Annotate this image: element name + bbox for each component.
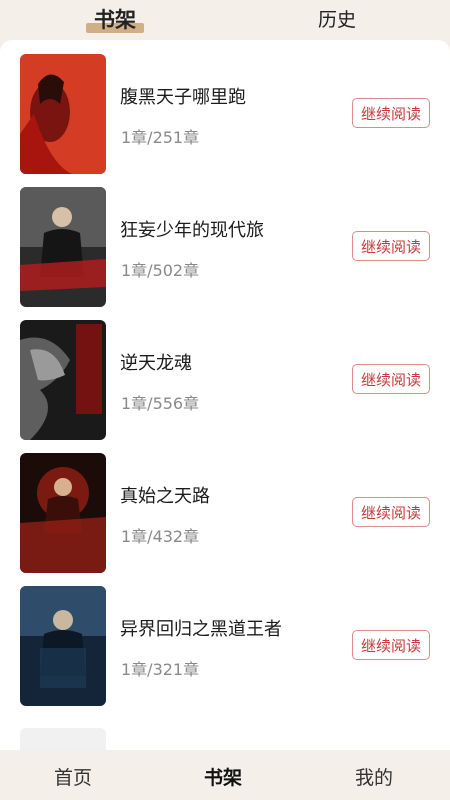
book-cover[interactable] [20, 320, 106, 440]
continue-reading-button[interactable]: 继续阅读 [352, 630, 430, 660]
bottom-nav: 首页 书架 我的 [0, 750, 450, 800]
book-cover[interactable] [20, 453, 106, 573]
reading-progress: 1章/432章 [121, 527, 200, 546]
book-cover-placeholder [20, 728, 106, 750]
nav-bookshelf[interactable]: 书架 [194, 763, 253, 792]
book-cover[interactable] [20, 54, 106, 174]
nav-mine[interactable]: 我的 [355, 763, 393, 790]
book-title[interactable]: 异界回归之黑道王者 [120, 615, 282, 641]
continue-reading-button[interactable]: 继续阅读 [352, 98, 430, 128]
reading-progress: 1章/321章 [121, 660, 200, 679]
top-tab-bar: 书架 历史 [0, 0, 450, 40]
reading-progress: 1章/556章 [121, 394, 200, 413]
continue-reading-button[interactable]: 继续阅读 [352, 364, 430, 394]
bookshelf-list: 腹黑天子哪里跑 1章/251章 继续阅读 狂妄少年的现代旅 1章/502章 继续… [0, 40, 450, 750]
continue-reading-button[interactable]: 继续阅读 [352, 497, 430, 527]
tab-history-label: 历史 [318, 9, 357, 31]
continue-reading-button[interactable]: 继续阅读 [352, 231, 430, 261]
reading-progress: 1章/502章 [121, 261, 200, 280]
list-item[interactable]: 腹黑天子哪里跑 1章/251章 继续阅读 [0, 40, 450, 174]
reading-progress: 1章/251章 [121, 128, 200, 147]
book-title[interactable]: 腹黑天子哪里跑 [120, 83, 246, 109]
nav-mine-label: 我的 [355, 767, 394, 789]
list-item[interactable]: 狂妄少年的现代旅 1章/502章 继续阅读 [0, 173, 450, 307]
book-cover[interactable] [20, 187, 106, 307]
book-title[interactable]: 狂妄少年的现代旅 [120, 216, 264, 242]
nav-bookshelf-label: 书架 [204, 767, 243, 789]
list-item[interactable]: 异界回归之黑道王者 1章/321章 继续阅读 [0, 572, 450, 706]
nav-home-label: 首页 [54, 767, 93, 789]
tab-bookshelf-label: 书架 [94, 8, 136, 32]
nav-home[interactable]: 首页 [54, 763, 92, 790]
tab-history[interactable]: 历史 [318, 5, 356, 32]
list-item[interactable]: 逆天龙魂 1章/556章 继续阅读 [0, 306, 450, 440]
book-cover[interactable] [20, 586, 106, 706]
book-title[interactable]: 真始之天路 [120, 482, 210, 508]
book-title[interactable]: 逆天龙魂 [120, 349, 192, 375]
tab-bookshelf[interactable]: 书架 [86, 4, 144, 34]
list-item[interactable]: 真始之天路 1章/432章 继续阅读 [0, 439, 450, 573]
